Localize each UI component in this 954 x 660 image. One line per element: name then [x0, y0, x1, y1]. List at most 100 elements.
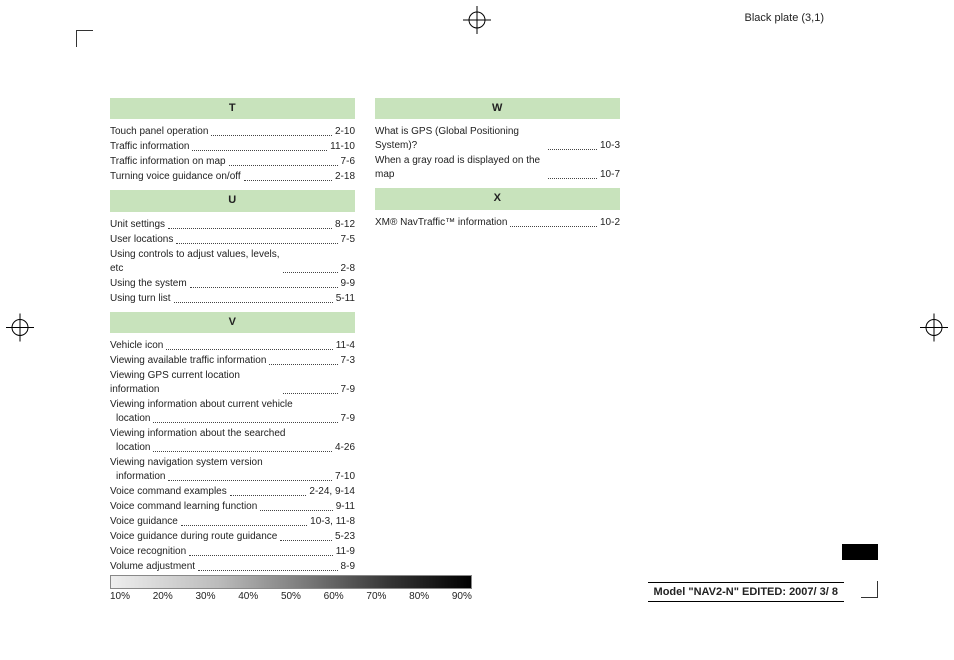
- index-entry-page: 5-23: [335, 530, 355, 544]
- crop-mark-bottom-right: [861, 581, 878, 598]
- index-entry-label: User locations: [110, 233, 173, 247]
- index-entry: Viewing information about the searchedlo…: [110, 427, 355, 455]
- index-entry: Unit settings 8-12: [110, 218, 355, 232]
- index-entry-label: Traffic information: [110, 140, 189, 154]
- index-entry: Viewing information about current vehicl…: [110, 398, 355, 426]
- index-entry-page: 8-12: [335, 218, 355, 232]
- model-footer: Model "NAV2-N" EDITED: 2007/ 3/ 8: [648, 582, 844, 602]
- model-name: NAV2-N: [694, 586, 734, 598]
- index-entry-label: Viewing information about current vehicl…: [110, 398, 355, 412]
- index-entry-page: 11-9: [336, 545, 355, 559]
- section-heading-t: T: [110, 98, 355, 119]
- index-entry-label: Voice guidance during route guidance: [110, 530, 277, 544]
- index-entry-label: Unit settings: [110, 218, 165, 232]
- index-entry-label: Viewing information about the searched: [110, 427, 355, 441]
- index-entry-sublabel: information: [110, 470, 165, 484]
- index-entry: Using the system9-9: [110, 277, 355, 291]
- index-entry: Voice command examples2-24, 9-14: [110, 485, 355, 499]
- index-entry-label: Voice command learning function: [110, 500, 257, 514]
- tone-tick-label: 10%: [110, 591, 130, 602]
- section-heading-u: U: [110, 190, 355, 211]
- index-column-left: T Touch panel operation2-10Traffic infor…: [110, 92, 355, 575]
- index-entry-label: Voice guidance: [110, 515, 178, 529]
- index-entry-page: 8-9: [341, 560, 355, 574]
- index-entry-label: Turning voice guidance on/off: [110, 170, 241, 184]
- index-entry-page: 11-4: [336, 339, 355, 353]
- tone-tick-label: 60%: [324, 591, 344, 602]
- registration-mark-left: [6, 314, 34, 347]
- index-column-right: W What is GPS (Global Positioning System…: [375, 92, 620, 575]
- page: Black plate (3,1) T Touch panel operatio…: [0, 0, 954, 660]
- plate-marker: Black plate (3,1): [745, 12, 824, 24]
- tone-tick-label: 50%: [281, 591, 301, 602]
- index-entry-page: 7-10: [335, 470, 355, 484]
- leader-dots: [198, 569, 337, 571]
- index-entry-page: 2-10: [335, 125, 355, 139]
- leader-dots: [269, 363, 337, 365]
- index-entry: Traffic information 11-10: [110, 140, 355, 154]
- index-entry-label: What is GPS (Global Positioning System)?: [375, 125, 545, 153]
- tone-strip: 10%20%30%40%50%60%70%80%90%: [110, 575, 472, 602]
- leader-dots: [190, 286, 338, 288]
- section-heading-w: W: [375, 98, 620, 119]
- index-entry: Volume adjustment 8-9: [110, 560, 355, 574]
- leader-dots: [192, 149, 327, 151]
- index-entry-page: 5-11: [336, 292, 355, 306]
- model-date: 2007/ 3/ 8: [789, 586, 838, 598]
- index-entry: User locations7-5: [110, 233, 355, 247]
- index-entry-label: Viewing GPS current location information: [110, 369, 280, 397]
- tone-tick-label: 70%: [366, 591, 386, 602]
- tone-tick-label: 20%: [153, 591, 173, 602]
- leader-dots: [280, 539, 332, 541]
- index-entry: Turning voice guidance on/off 2-18: [110, 170, 355, 184]
- leader-dots: [229, 164, 338, 166]
- leader-dots: [283, 392, 338, 394]
- leader-dots: [230, 494, 307, 496]
- index-entry-page: 11-10: [330, 140, 355, 154]
- index-entry-label: XM® NavTraffic™ information: [375, 216, 507, 230]
- index-entry-page: 7-9: [341, 412, 355, 426]
- index-entry-page: 7-9: [341, 383, 355, 397]
- index-entry: Vehicle icon 11-4: [110, 339, 355, 353]
- index-entry-page: 10-3, 11-8: [310, 515, 355, 529]
- tone-tick-label: 30%: [195, 591, 215, 602]
- index-entry-label: Viewing navigation system version: [110, 456, 355, 470]
- index-entry-page: 7-3: [341, 354, 355, 368]
- index-entry: Viewing navigation system versioninforma…: [110, 456, 355, 484]
- leader-dots: [174, 301, 333, 303]
- registration-mark-right: [920, 314, 948, 347]
- tone-ticks: 10%20%30%40%50%60%70%80%90%: [110, 591, 472, 602]
- crop-mark-top-left: [76, 30, 93, 47]
- leader-dots: [548, 148, 597, 150]
- index-entry-label: Touch panel operation: [110, 125, 208, 139]
- index-entry-page: 2-24, 9-14: [309, 485, 355, 499]
- index-entry: Voice command learning function 9-11: [110, 500, 355, 514]
- leader-dots: [153, 421, 337, 423]
- index-entry-page: 2-8: [341, 262, 355, 276]
- index-entry-label: Volume adjustment: [110, 560, 195, 574]
- index-entry-page: 10-7: [600, 168, 620, 182]
- index-entry: Viewing available traffic information7-3: [110, 354, 355, 368]
- registration-mark-top: [463, 6, 491, 39]
- index-entry-label: When a gray road is displayed on the map: [375, 154, 545, 182]
- index-entry-label: Traffic information on map: [110, 155, 226, 169]
- index-entry-page: 2-18: [335, 170, 355, 184]
- index-entry: Viewing GPS current location information…: [110, 369, 355, 397]
- leader-dots: [189, 554, 333, 556]
- leader-dots: [548, 177, 597, 179]
- index-entry-label: Vehicle icon: [110, 339, 163, 353]
- black-box: [842, 544, 878, 560]
- tone-tick-label: 80%: [409, 591, 429, 602]
- index-entry-page: 9-11: [336, 500, 355, 514]
- leader-dots: [510, 225, 597, 227]
- leader-dots: [153, 450, 332, 452]
- leader-dots: [244, 179, 332, 181]
- index-entry: Voice guidance during route guidance 5-23: [110, 530, 355, 544]
- section-heading-v: V: [110, 312, 355, 333]
- model-prefix: Model ": [654, 586, 694, 598]
- index-entry-page: 4-26: [335, 441, 355, 455]
- index-entry: Voice recognition11-9: [110, 545, 355, 559]
- leader-dots: [168, 227, 332, 229]
- leader-dots: [283, 271, 338, 273]
- index-entry: Using controls to adjust values, levels,…: [110, 248, 355, 276]
